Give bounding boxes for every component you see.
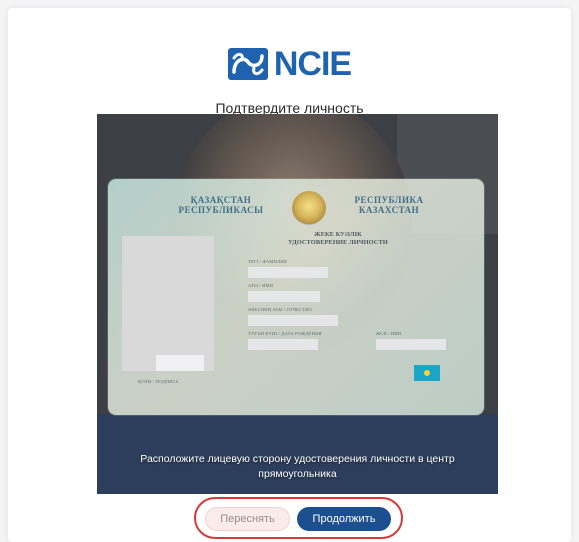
field-value-patronymic xyxy=(248,315,338,326)
state-emblem-icon xyxy=(292,191,326,225)
field-label-patronymic: ӘКЕСІНІҢ АТЫ / ОТЧЕСТВО xyxy=(248,307,312,312)
brand-name: NCIE xyxy=(273,45,352,83)
signature-label: ҚОЛЫ / ПОДПИСЬ xyxy=(138,379,179,384)
id-card-preview: ҚАЗАҚСТАН РЕСПУБЛИКАСЫ РЕСПУБЛИКА КАЗАХСТА… xyxy=(108,179,484,415)
field-label-birthdate: ТУҒАН КҮНІ / ДАТА РОЖДЕНИЯ xyxy=(248,331,322,336)
id-photo xyxy=(122,236,214,371)
signature-box xyxy=(156,355,204,371)
kz-flag-icon xyxy=(414,365,440,381)
field-label-iin: ЖСН / ИИН xyxy=(376,331,402,336)
card-header-kz: ҚАЗАҚСТАН РЕСПУБЛИКАСЫ xyxy=(178,195,264,215)
field-value-birthdate xyxy=(248,339,318,350)
action-buttons-highlight: Переснять Продолжить xyxy=(194,497,403,539)
field-label-surname: ТЕГІ / ФАМИЛИЯ xyxy=(248,259,287,264)
card-doc-title: ЖЕКЕ КУӘЛІК УДОСТОВЕРЕНИЕ ЛИЧНОСТИ xyxy=(288,231,388,246)
field-value-iin xyxy=(376,339,446,350)
field-value-surname xyxy=(248,267,328,278)
continue-button[interactable]: Продолжить xyxy=(297,507,391,531)
field-value-name xyxy=(248,291,320,302)
card-header-ru: РЕСПУБЛИКА КАЗАХСТАН xyxy=(354,195,424,215)
field-label-name: АТЫ / ИМЯ xyxy=(248,283,274,288)
camera-hint: Расположите лицевую сторону удостоверени… xyxy=(140,453,455,480)
camera-viewer: ҚАЗАҚСТАН РЕСПУБЛИКАСЫ РЕСПУБЛИКА КАЗАХСТА… xyxy=(97,114,498,494)
retake-button[interactable]: Переснять xyxy=(205,507,290,531)
ncie-logo-icon xyxy=(227,48,268,80)
brand-logo: NCIE xyxy=(8,44,571,84)
